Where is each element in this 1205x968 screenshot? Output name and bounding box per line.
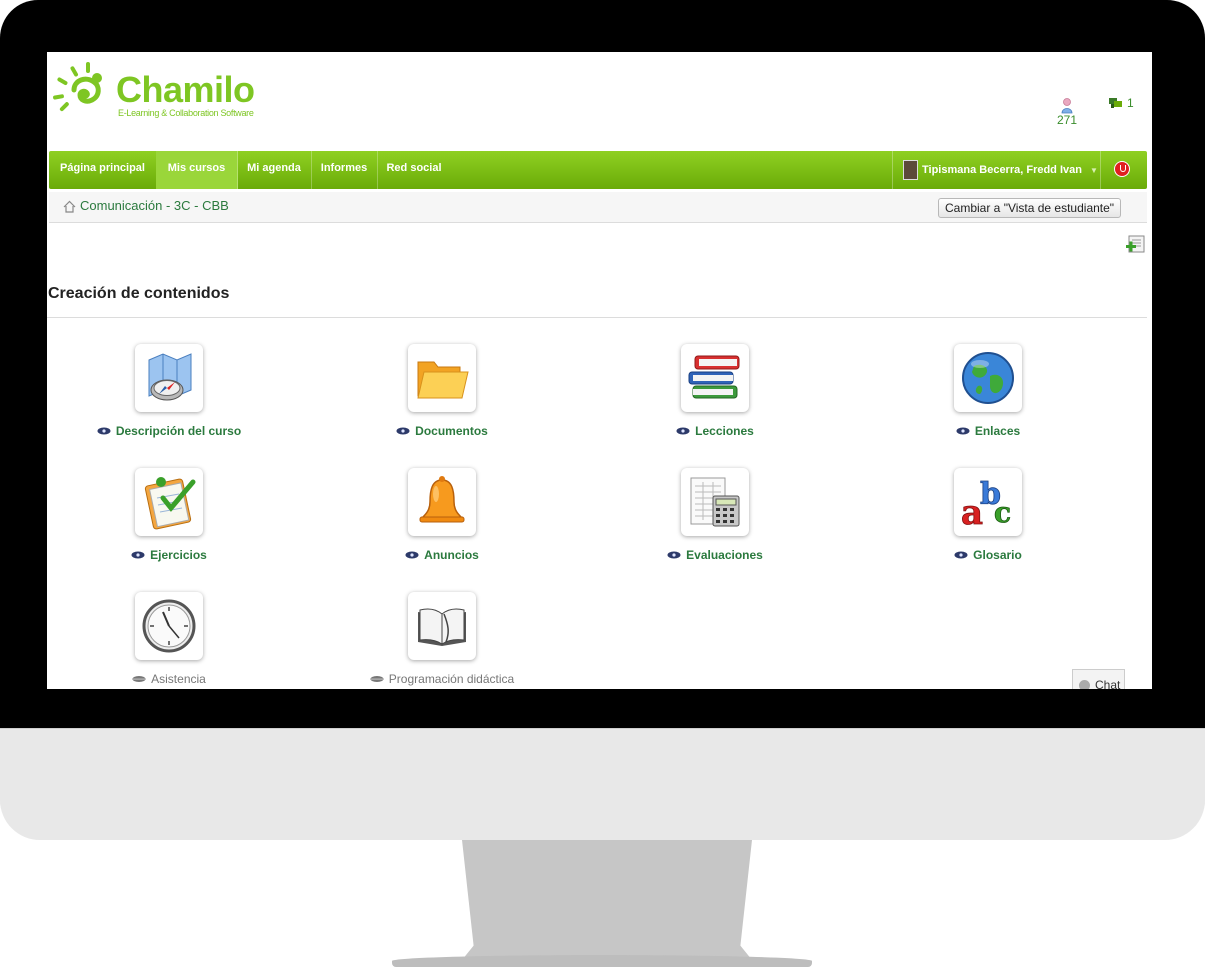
tool-documents[interactable]: Documentos (312, 344, 572, 438)
chamilo-logo[interactable]: Chamilo E-Learning & Collaboration Softw… (52, 60, 282, 120)
visible-eye-icon[interactable] (954, 551, 968, 559)
tool-announcements[interactable]: Anuncios (312, 468, 572, 562)
chevron-down-icon: ▼ (1089, 165, 1098, 175)
avatar (903, 160, 918, 180)
screen: Chamilo E-Learning & Collaboration Softw… (47, 52, 1152, 689)
visible-eye-icon[interactable] (97, 427, 111, 435)
visible-eye-icon[interactable] (667, 551, 681, 559)
books-icon (688, 355, 740, 399)
add-tool-icon[interactable] (1126, 235, 1146, 255)
logout-icon[interactable] (1114, 161, 1130, 177)
tool-label[interactable]: Asistencia (151, 672, 206, 686)
visible-eye-icon[interactable] (956, 427, 970, 435)
tool-assessments[interactable]: Evaluaciones (585, 468, 845, 562)
visible-eye-icon[interactable] (131, 551, 145, 559)
tool-exercises[interactable]: Ejercicios (47, 468, 299, 562)
chat-status-icon (1079, 680, 1090, 689)
users-online[interactable]: 271 (1052, 98, 1082, 126)
clock-icon (142, 599, 196, 653)
tool-label[interactable]: Descripción del curso (116, 424, 241, 438)
monitor-chin (0, 728, 1205, 840)
user-icon (1061, 98, 1073, 114)
nav-item-agenda[interactable]: Mi agenda (237, 151, 312, 189)
user-name: Tipismana Becerra, Fredd Ivan (922, 164, 1082, 176)
calculator-icon (690, 477, 740, 527)
chat-users-icon (1109, 98, 1122, 108)
user-menu[interactable]: Tipismana Becerra, Fredd Ivan ▼ (892, 151, 1101, 189)
breadcrumb-course[interactable]: Comunicación - 3C - CBB (80, 198, 229, 213)
brand-tagline: E-Learning & Collaboration Software (118, 108, 254, 118)
users-online-count: 271 (1056, 113, 1078, 127)
tool-label[interactable]: Enlaces (975, 424, 1020, 438)
section-divider (47, 317, 1147, 318)
tool-label[interactable]: Evaluaciones (686, 548, 763, 562)
chat-button[interactable]: Chat (1072, 669, 1125, 689)
tool-label[interactable]: Documentos (415, 424, 488, 438)
home-icon[interactable] (63, 200, 76, 213)
brand-name: Chamilo (116, 69, 255, 110)
monitor-foot (392, 955, 812, 967)
notifications[interactable]: 1 (1109, 96, 1134, 110)
tool-label[interactable]: Anuncios (424, 548, 479, 562)
folder-icon (417, 361, 469, 399)
nav-item-social[interactable]: Red social (377, 151, 451, 189)
hidden-eye-icon[interactable] (369, 675, 384, 683)
svg-text:c: c (994, 496, 1011, 529)
compass-map-icon (148, 353, 192, 401)
tool-label[interactable]: Programación didáctica (389, 672, 514, 686)
tool-glossary[interactable]: a b c Glosario (858, 468, 1118, 562)
monitor-stand (462, 840, 752, 960)
tool-label[interactable]: Ejercicios (150, 548, 207, 562)
tool-lessons[interactable]: Lecciones (585, 344, 845, 438)
visible-eye-icon[interactable] (405, 551, 419, 559)
chameleon-icon (53, 62, 102, 112)
tool-links[interactable]: Enlaces (858, 344, 1118, 438)
section-title: Creación de contenidos (48, 285, 230, 302)
notifications-count: 1 (1127, 96, 1134, 110)
abc-icon: a b c (961, 477, 1012, 530)
nav-item-reports[interactable]: Informes (311, 151, 378, 189)
tool-attendance[interactable]: Asistencia (47, 592, 299, 686)
hidden-eye-icon[interactable] (132, 675, 147, 683)
main-navbar: Página principal Mis cursos Mi agenda In… (49, 151, 1147, 189)
open-book-icon (418, 608, 466, 646)
bell-icon (419, 476, 465, 523)
globe-icon (962, 352, 1014, 404)
breadcrumb: Comunicación - 3C - CBB Cambiar a "Vista… (49, 192, 1147, 223)
chat-label: Chat (1095, 678, 1121, 689)
quiz-checklist-icon (144, 477, 196, 530)
tool-course-description[interactable]: Descripción del curso (47, 344, 299, 438)
visible-eye-icon[interactable] (676, 427, 690, 435)
tool-label[interactable]: Glosario (973, 548, 1022, 562)
student-view-button[interactable]: Cambiar a "Vista de estudiante" (938, 198, 1122, 218)
visible-eye-icon[interactable] (396, 427, 410, 435)
nav-item-home[interactable]: Página principal (49, 151, 157, 189)
nav-item-my-courses[interactable]: Mis cursos (156, 151, 238, 189)
tool-label[interactable]: Lecciones (695, 424, 754, 438)
tool-didactic-programming[interactable]: Programación didáctica (312, 592, 572, 686)
